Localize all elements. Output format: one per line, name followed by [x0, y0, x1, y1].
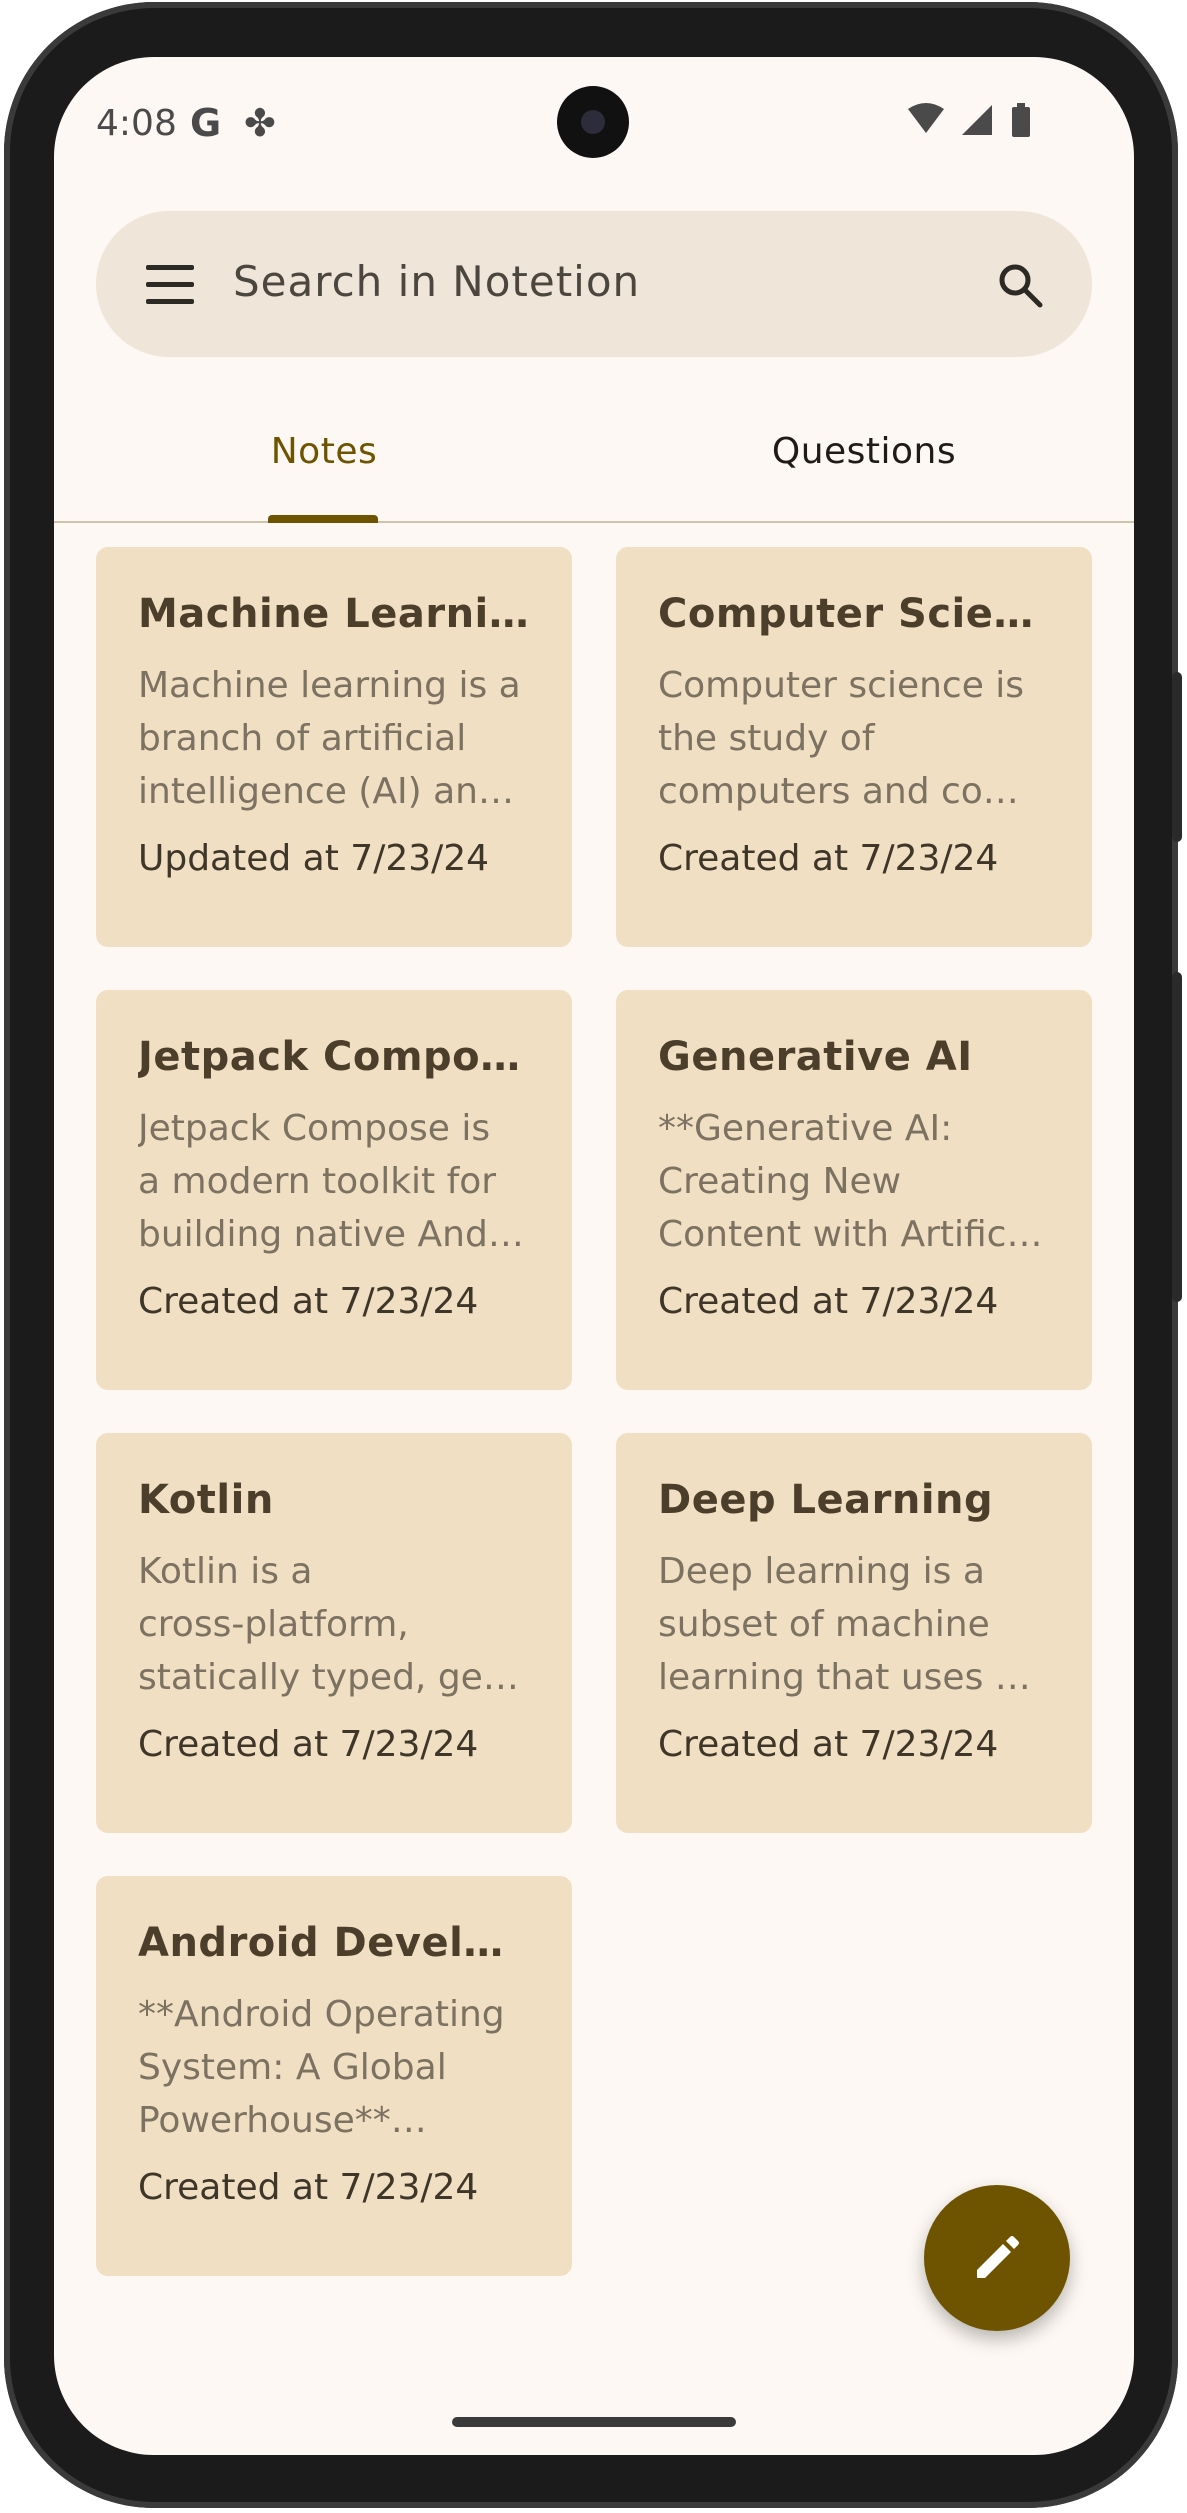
note-title: Android Development: [138, 1920, 530, 1966]
note-card[interactable]: Jetpack Compose Jetpack Compose is a mod…: [96, 990, 572, 1390]
front-camera: [557, 86, 629, 158]
tab-row: Notes Questions: [54, 407, 1134, 523]
note-date: Updated at 7/23/24: [138, 838, 490, 879]
preview-line: intelligence (AI) an…: [138, 771, 514, 812]
preview-line: Kotlin is a: [138, 1551, 313, 1592]
note-date: Created at 7/23/24: [138, 1281, 479, 1322]
search-bar[interactable]: Search in Notetion: [96, 211, 1092, 357]
google-icon: G: [190, 101, 222, 145]
preview-line: **Generative AI:: [658, 1108, 953, 1149]
note-date: Created at 7/23/24: [658, 1281, 999, 1322]
note-card[interactable]: Generative AI **Generative AI: Creating …: [616, 990, 1092, 1390]
note-card[interactable]: Android Development **Android Operating …: [96, 1876, 572, 2276]
tab-questions[interactable]: Questions: [594, 407, 1134, 521]
tab-notes[interactable]: Notes: [54, 407, 594, 523]
note-title: Computer Science: [658, 591, 1050, 637]
note-date: Created at 7/23/24: [138, 2167, 479, 2208]
note-date: Created at 7/23/24: [658, 1724, 999, 1765]
phone-frame: 4:08 G ✤ Search in Notetion Notes Questi…: [4, 2, 1182, 2508]
app-screen: 4:08 G ✤ Search in Notetion Notes Questi…: [54, 57, 1134, 2455]
preview-line: a modern toolkit for: [138, 1161, 497, 1202]
home-indicator[interactable]: [452, 2417, 736, 2427]
search-icon[interactable]: [996, 261, 1044, 309]
note-title: Generative AI: [658, 1034, 973, 1080]
note-card[interactable]: Machine Learning Machine learning is a b…: [96, 547, 572, 947]
status-bar: 4:08 G ✤: [54, 57, 1134, 197]
search-input[interactable]: Search in Notetion: [233, 257, 640, 306]
preview-line: the study of: [658, 718, 875, 759]
volume-button: [1172, 672, 1182, 842]
preview-line: Machine learning is a: [138, 665, 521, 706]
note-title: Deep Learning: [658, 1477, 994, 1523]
tab-label: Notes: [270, 431, 378, 472]
note-preview: Kotlin is a cross-platform, statically t…: [138, 1545, 530, 1704]
battery-icon: [1012, 103, 1030, 137]
preview-line: Deep learning is a: [658, 1551, 985, 1592]
preview-line: learning that uses …: [658, 1657, 1031, 1698]
preview-line: System: A Global: [138, 2047, 447, 2088]
preview-line: branch of artificial: [138, 718, 467, 759]
note-preview: Jetpack Compose is a modern toolkit for …: [138, 1102, 530, 1261]
note-preview: **Generative AI: Creating New Content wi…: [658, 1102, 1050, 1261]
wifi-icon: [908, 103, 944, 133]
edit-pencil-icon: [977, 2236, 1019, 2278]
tab-label: Questions: [771, 431, 957, 472]
status-icons: [904, 101, 1064, 145]
preview-line: Creating New: [658, 1161, 902, 1202]
status-time: 4:08: [96, 103, 177, 144]
note-date: Created at 7/23/24: [658, 838, 999, 879]
preview-line: computers and co…: [658, 771, 1019, 812]
note-title: Jetpack Compose: [138, 1034, 530, 1080]
note-card[interactable]: Computer Science Computer science is the…: [616, 547, 1092, 947]
preview-line: **Android Operating: [138, 1994, 505, 2035]
preview-line: Content with Artific…: [658, 1214, 1043, 1255]
preview-line: Powerhouse**…: [138, 2100, 427, 2141]
signal-icon: [962, 105, 992, 135]
preview-line: Computer science is: [658, 665, 1025, 706]
preview-line: Jetpack Compose is: [138, 1108, 491, 1149]
tab-indicator: [268, 515, 378, 523]
menu-icon[interactable]: [146, 265, 194, 304]
note-preview: **Android Operating System: A Global Pow…: [138, 1988, 530, 2147]
power-button: [1172, 972, 1182, 1302]
preview-line: cross-platform,: [138, 1604, 409, 1645]
preview-line: building native And…: [138, 1214, 524, 1255]
pinwheel-icon: ✤: [244, 101, 276, 145]
note-title: Kotlin: [138, 1477, 274, 1523]
note-card[interactable]: Deep Learning Deep learning is a subset …: [616, 1433, 1092, 1833]
note-title: Machine Learning: [138, 591, 530, 637]
note-preview: Deep learning is a subset of machine lea…: [658, 1545, 1050, 1704]
note-preview: Computer science is the study of compute…: [658, 659, 1050, 818]
note-date: Created at 7/23/24: [138, 1724, 479, 1765]
note-card[interactable]: Kotlin Kotlin is a cross-platform, stati…: [96, 1433, 572, 1833]
note-preview: Machine learning is a branch of artifici…: [138, 659, 530, 818]
preview-line: subset of machine: [658, 1604, 990, 1645]
new-note-fab[interactable]: [924, 2185, 1070, 2331]
preview-line: statically typed, ge…: [138, 1657, 519, 1698]
